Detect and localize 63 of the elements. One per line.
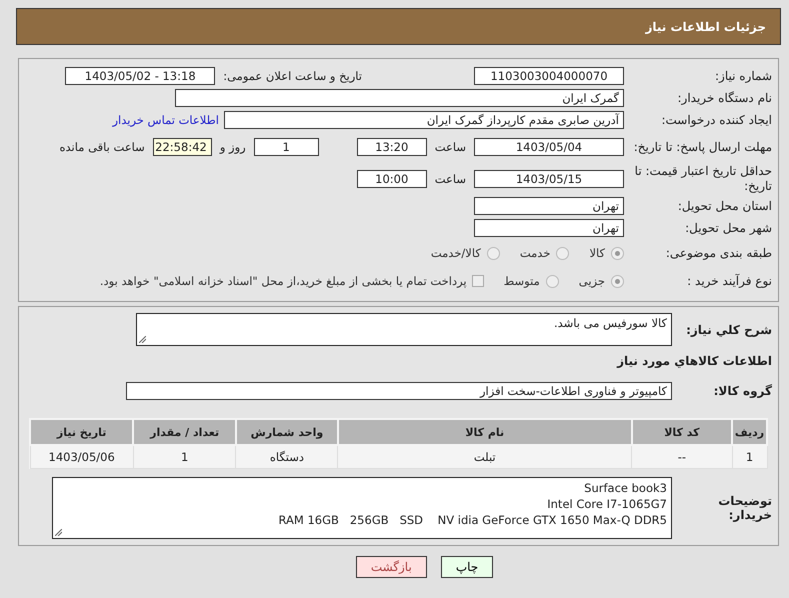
radio-label: جزیی [578,274,605,288]
deadline-date-field: 1403/05/04 [474,138,624,156]
field-label: توضیحات خریدار: [717,494,772,522]
field-label: طبقه بندی موضوعی: [664,246,772,260]
column-header: تاریخ نیاز [30,419,134,445]
remaining-time-field: 22:58:42 [152,138,212,156]
announce-date-field: 1403/05/02 - 13:18 [65,67,216,85]
buyer-field: گمرک ایران [175,89,624,107]
radio-button[interactable] [556,246,570,260]
column-header: کد کالا [632,419,732,445]
radio-button[interactable] [611,274,624,288]
print-button[interactable]: چاپ [440,556,494,578]
field-label: گروه کالا: [712,384,772,398]
days-label: روز و [220,140,246,154]
back-button[interactable]: بازگشت [356,556,427,578]
checkbox-label: پرداخت تمام یا بخشی از مبلغ خرید،از محل "اسناد خزانه اسلامی" خواهد بود. [100,274,467,288]
field-label: شماره نیاز: [714,68,772,84]
radio-label: کالا/خدمت [430,246,481,260]
goods-group-field: کامپیوتر و فناوری اطلاعات-سخت افزار [126,382,672,400]
city-field: تهران [474,219,624,237]
need-number-field: 1103003004000070 [474,67,624,85]
field-label: نوع فرآیند خرید : [686,274,772,288]
table-cell: تبلت [338,445,632,468]
radio-button[interactable] [611,246,624,260]
table-cell: 1 [133,445,236,468]
time-label: ساعت [434,172,466,186]
field-label: حداقل تاریخ اعتبار قیمت: تا تاریخ: [634,164,772,194]
section-title: اطلاعات کالاهاي مورد نیاز [616,354,772,368]
table-cell: 1 [732,445,767,468]
radio-label: کالا [589,246,605,260]
radio-label: متوسط [504,274,540,288]
remaining-label: ساعت باقی مانده [60,140,145,154]
checkbox[interactable] [472,275,484,287]
requester-field: آدرین صابری مقدم کارپرداز گمرک ایران [224,111,624,129]
resize-grip-icon[interactable] [55,529,62,536]
contact-link[interactable]: اطلاعات تماس خریدار [112,113,219,127]
table-cell: دستگاه [236,445,338,468]
table-cell: 1403/05/06 [30,445,134,468]
page-title: جزئیات اطلاعات نیاز [645,20,766,34]
field-label: ایجاد کننده درخواست: [660,112,772,128]
resize-grip-icon[interactable] [139,336,146,343]
time-label: ساعت [434,140,466,154]
column-header: نام کالا [338,419,632,445]
province-field: تهران [474,197,624,215]
radio-button[interactable] [486,246,500,260]
column-header: تعداد / مقدار [133,419,236,445]
column-header: ردیف [732,419,767,445]
radio-button[interactable] [546,274,559,288]
validity-date-field: 1403/05/15 [474,170,624,188]
deadline-time-field: 13:20 [356,138,427,156]
field-label: شهر محل تحویل: [684,220,772,236]
radio-label: خدمت [520,246,550,260]
field-label: استان محل تحویل: [676,198,772,214]
buyer-notes-textarea[interactable]: Surface book3 Intel Core I7-1065G7 RAM 16GB 256GB SSD NV idia GeForce GTX 1650 Max-Q DDR5 [52,477,672,539]
table-cell: -- [632,445,732,468]
field-label: تاریخ و ساعت اعلان عمومی: [223,69,362,83]
days-field: 1 [254,138,319,156]
field-label: مهلت ارسال پاسخ: تا تاریخ: [632,140,772,154]
column-header: واحد شمارش [236,419,338,445]
field-label: شرح کلي نیاز: [685,322,772,336]
validity-time-field: 10:00 [356,170,427,188]
description-textarea[interactable]: کالا سورفیس می باشد. [136,313,672,346]
field-label: نام دستگاه خریدار: [676,90,772,106]
